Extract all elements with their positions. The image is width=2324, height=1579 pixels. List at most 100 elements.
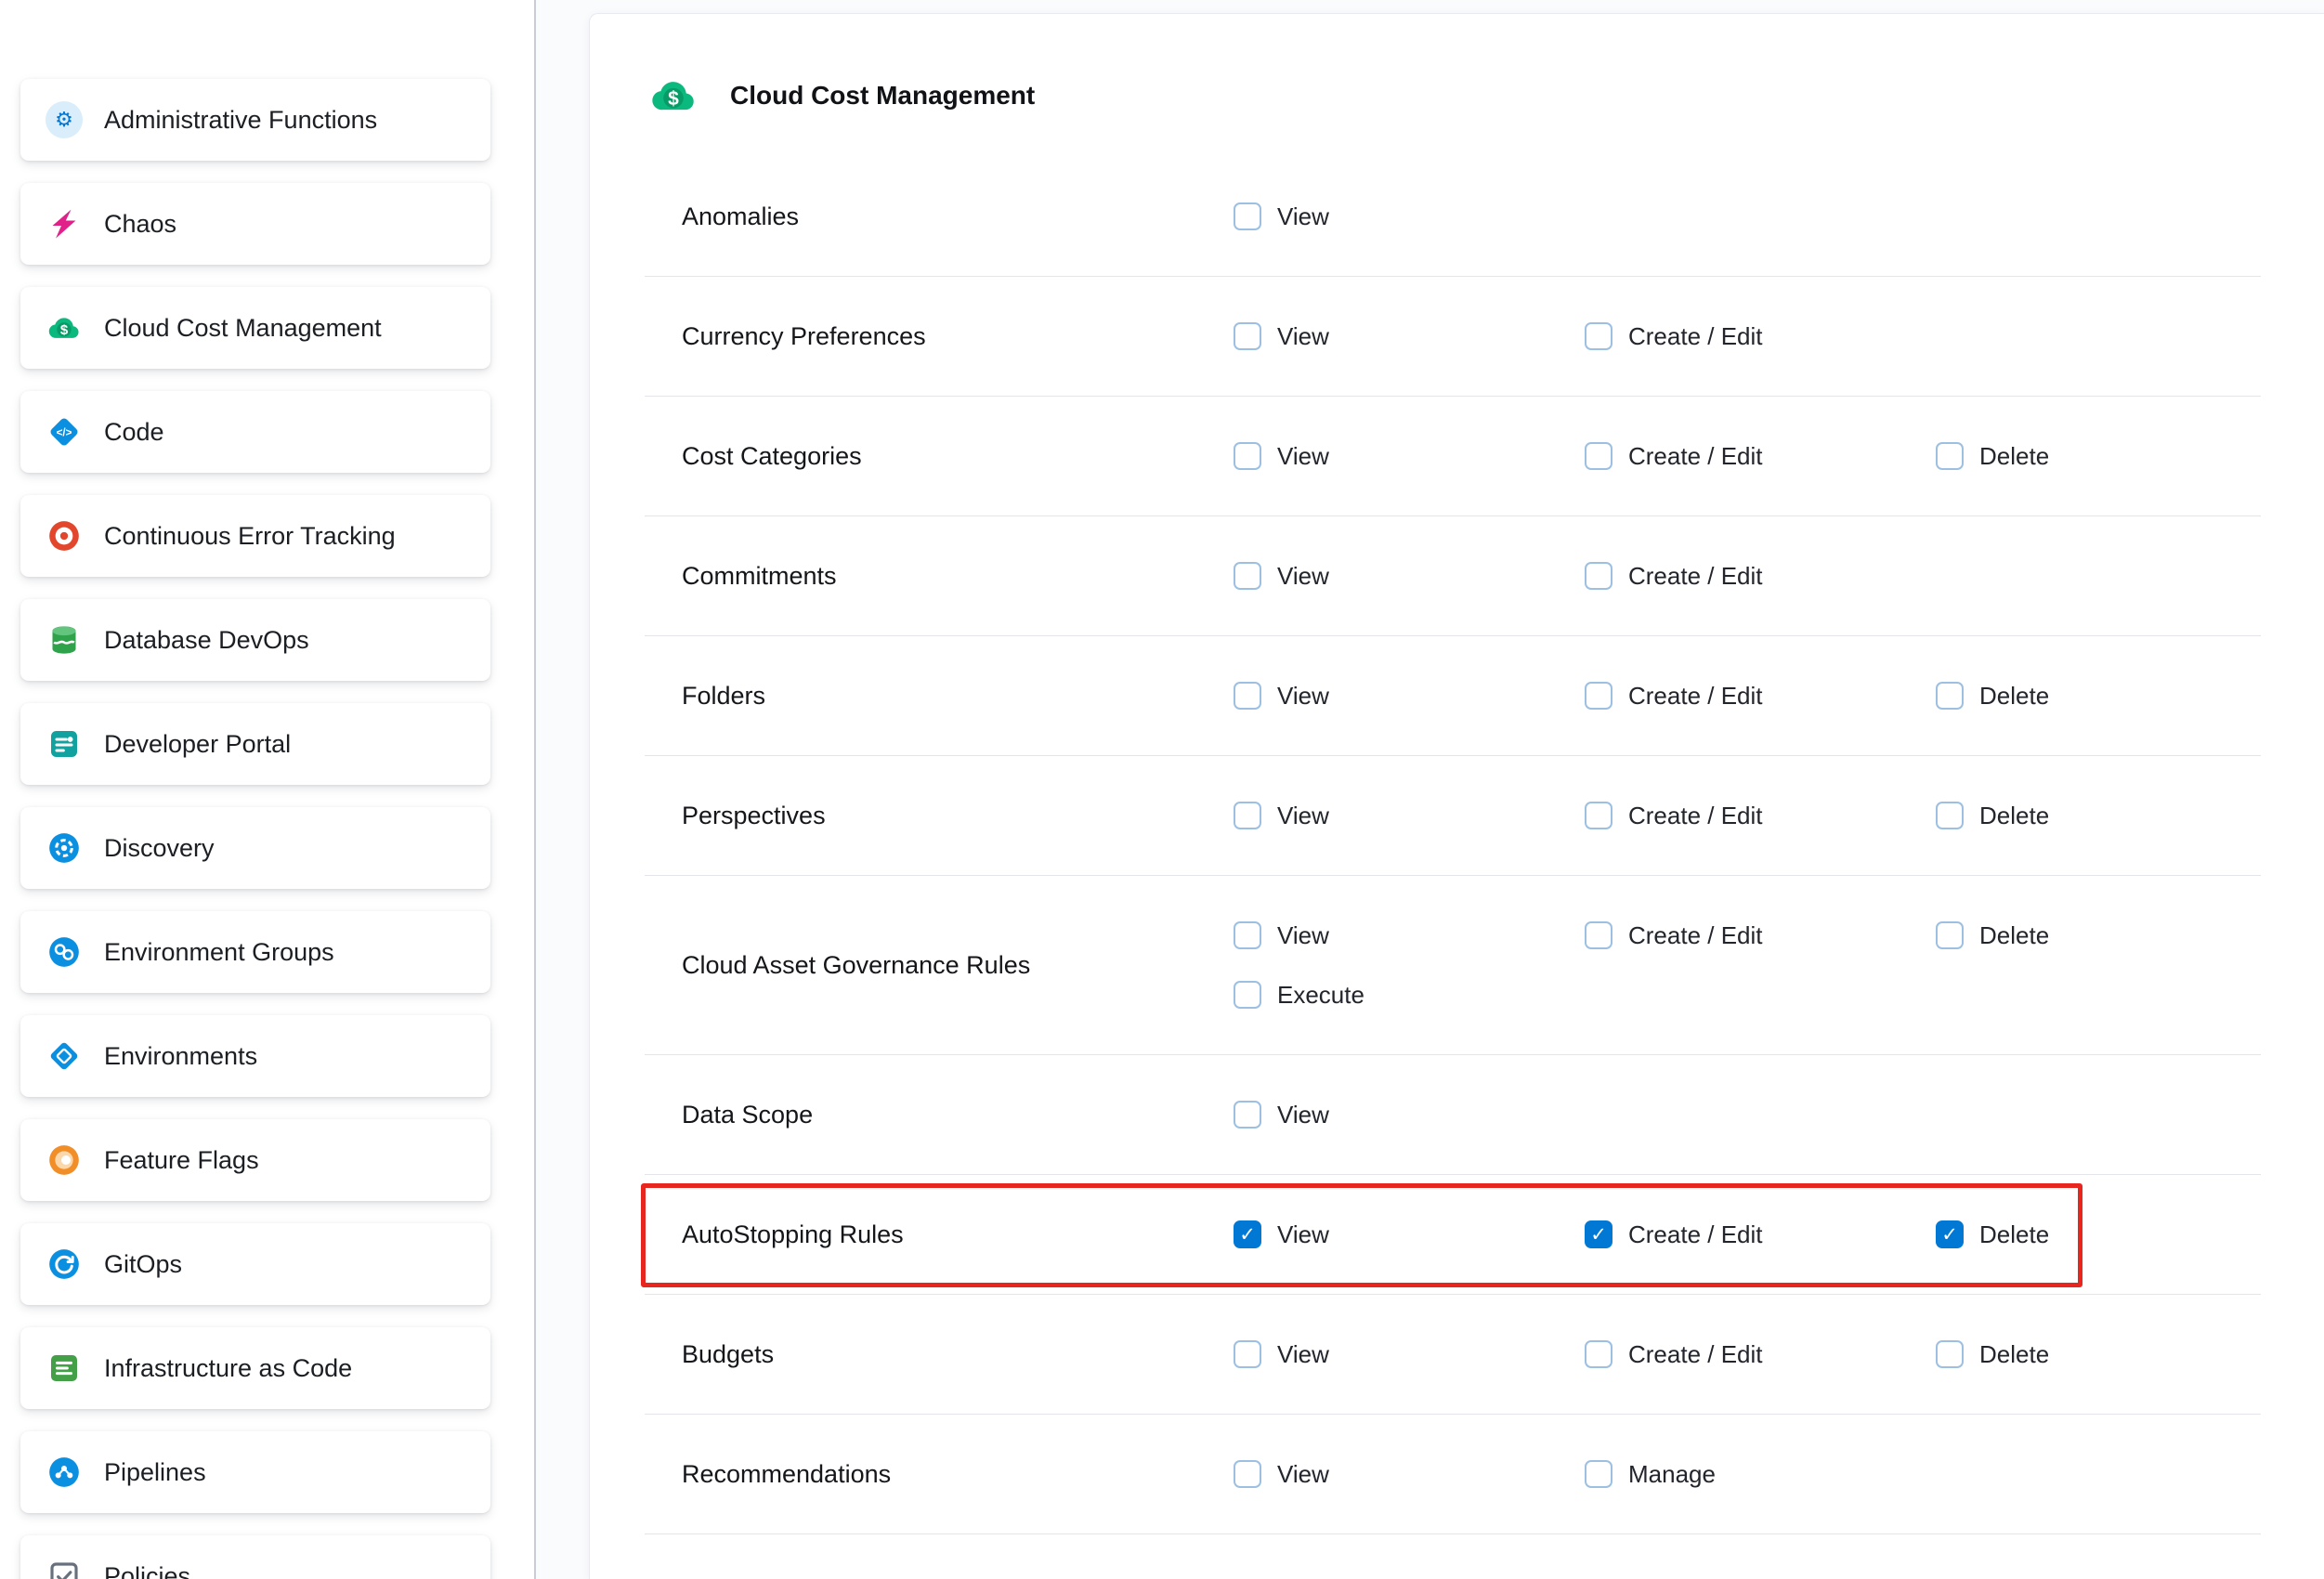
sidebar-item-cloud-cost-management[interactable]: $Cloud Cost Management [20, 287, 490, 369]
checkbox-delete[interactable] [1936, 682, 1964, 710]
sidebar-item-continuous-error-tracking[interactable]: Continuous Error Tracking [20, 495, 490, 577]
sidebar-item-infrastructure-as-code[interactable]: Infrastructure as Code [20, 1327, 490, 1409]
permission-label: View [1277, 1338, 1329, 1371]
checkbox-delete[interactable] [1936, 1340, 1964, 1368]
checkbox-view[interactable] [1234, 202, 1261, 230]
permission-label: View [1277, 1218, 1329, 1251]
permission-manage[interactable]: Manage [1585, 1457, 1936, 1491]
checkbox-create-edit[interactable] [1585, 322, 1612, 350]
permission-delete[interactable]: Delete [1936, 799, 2287, 832]
sidebar-item-code[interactable]: </>Code [20, 391, 490, 473]
permission-label: Create / Edit [1628, 919, 1763, 952]
permission-options: View Create / Edit Delete [1234, 799, 2287, 832]
permission-options: ViewCreate / EditDelete [1234, 439, 2287, 473]
permission-label: Delete [1979, 919, 2049, 952]
permission-options: View Create / Edit Delete [1234, 679, 2287, 712]
permission-delete[interactable]: Delete [1936, 439, 2287, 473]
permission-create-edit[interactable]: Create / Edit [1585, 1218, 1936, 1251]
permission-view[interactable]: View [1234, 320, 1585, 353]
checkbox-view[interactable] [1234, 682, 1261, 710]
checkbox-view[interactable] [1234, 1340, 1261, 1368]
permission-label: View [1277, 559, 1329, 593]
permission-create-edit[interactable]: Create / Edit [1585, 559, 1936, 593]
permission-execute[interactable]: Execute [1234, 978, 1585, 1011]
permission-view[interactable]: View [1234, 559, 1585, 593]
sidebar-item-policies[interactable]: Policies [20, 1535, 490, 1579]
feature-flags-icon [46, 1142, 83, 1179]
permission-label: Delete [1979, 1338, 2049, 1371]
checkbox-create-edit[interactable] [1585, 802, 1612, 829]
permission-view[interactable]: View [1234, 919, 1585, 952]
permission-view[interactable]: View [1234, 1098, 1585, 1131]
permission-options: ViewCreate / Edit [1234, 320, 2287, 353]
permission-label: Delete [1979, 1218, 2049, 1251]
permission-view[interactable]: View [1234, 1218, 1585, 1251]
sidebar-item-administrative-functions[interactable]: ⚙Administrative Functions [20, 79, 490, 161]
sidebar-item-chaos[interactable]: Chaos [20, 183, 490, 265]
permission-delete[interactable]: Delete [1936, 1338, 2287, 1371]
permission-view[interactable]: View [1234, 1338, 1585, 1371]
checkbox-create-edit[interactable] [1585, 921, 1612, 949]
sidebar-item-label: Discovery [104, 834, 215, 863]
permission-label: View [1277, 919, 1329, 952]
checkbox-manage[interactable] [1585, 1460, 1612, 1488]
checkbox-view[interactable] [1234, 921, 1261, 949]
sidebar-item-environments[interactable]: Environments [20, 1015, 490, 1097]
permission-create-edit[interactable]: Create / Edit [1585, 679, 1936, 712]
resource-name: Cost Categories [645, 439, 1234, 473]
checkbox-delete[interactable] [1936, 1220, 1964, 1248]
svg-text:</>: </> [57, 426, 72, 438]
developer-portal-icon [46, 725, 83, 763]
checkbox-view[interactable] [1234, 1460, 1261, 1488]
resource-name: Data Scope [645, 1098, 1234, 1131]
sidebar-item-developer-portal[interactable]: Developer Portal [20, 703, 490, 785]
checkbox-delete[interactable] [1936, 442, 1964, 470]
checkbox-delete[interactable] [1936, 921, 1964, 949]
permission-options: View [1234, 200, 2287, 233]
permission-view[interactable]: View [1234, 1457, 1585, 1491]
permission-label: View [1277, 799, 1329, 832]
sidebar-item-pipelines[interactable]: Pipelines [20, 1431, 490, 1513]
permission-view[interactable]: View [1234, 799, 1585, 832]
checkbox-create-edit[interactable] [1585, 1220, 1612, 1248]
permission-create-edit[interactable]: Create / Edit [1585, 799, 1936, 832]
permission-label: Manage [1628, 1457, 1716, 1491]
permission-create-edit[interactable]: Create / Edit [1585, 919, 1936, 952]
permission-row-currency-preferences: Currency PreferencesViewCreate / Edit [645, 277, 2261, 397]
checkbox-view[interactable] [1234, 442, 1261, 470]
permission-delete[interactable]: Delete [1936, 1218, 2287, 1251]
checkbox-create-edit[interactable] [1585, 682, 1612, 710]
gear-icon: ⚙ [46, 101, 83, 138]
checkbox-delete[interactable] [1936, 802, 1964, 829]
resource-name: AutoStopping Rules [645, 1218, 1234, 1251]
checkbox-create-edit[interactable] [1585, 562, 1612, 590]
checkbox-create-edit[interactable] [1585, 1340, 1612, 1368]
checkbox-view[interactable] [1234, 1220, 1261, 1248]
permission-view[interactable]: View [1234, 439, 1585, 473]
checkbox-view[interactable] [1234, 562, 1261, 590]
checkbox-create-edit[interactable] [1585, 442, 1612, 470]
permission-create-edit[interactable]: Create / Edit [1585, 439, 1936, 473]
sidebar-item-discovery[interactable]: Discovery [20, 807, 490, 889]
checkbox-execute[interactable] [1234, 981, 1261, 1009]
sidebar-item-feature-flags[interactable]: Feature Flags [20, 1119, 490, 1201]
permission-label: Create / Edit [1628, 799, 1763, 832]
checkbox-view[interactable] [1234, 1101, 1261, 1129]
code-icon: </> [46, 413, 83, 450]
sidebar-item-database-devops[interactable]: Database DevOps [20, 599, 490, 681]
permission-label: Create / Edit [1628, 679, 1763, 712]
permission-create-edit[interactable]: Create / Edit [1585, 320, 1936, 353]
sidebar-item-gitops[interactable]: GitOps [20, 1223, 490, 1305]
permission-view[interactable]: View [1234, 200, 1585, 233]
permission-delete[interactable]: Delete [1936, 679, 2287, 712]
permission-view[interactable]: View [1234, 679, 1585, 712]
svg-text:$: $ [60, 322, 69, 338]
checkbox-view[interactable] [1234, 802, 1261, 829]
sidebar-item-environment-groups[interactable]: Environment Groups [20, 911, 490, 993]
permission-label: Create / Edit [1628, 1338, 1763, 1371]
checkbox-view[interactable] [1234, 322, 1261, 350]
permission-row-budgets: BudgetsViewCreate / EditDelete [645, 1295, 2261, 1415]
permission-label: Delete [1979, 799, 2049, 832]
permission-delete[interactable]: Delete [1936, 919, 2287, 952]
permission-create-edit[interactable]: Create / Edit [1585, 1338, 1936, 1371]
